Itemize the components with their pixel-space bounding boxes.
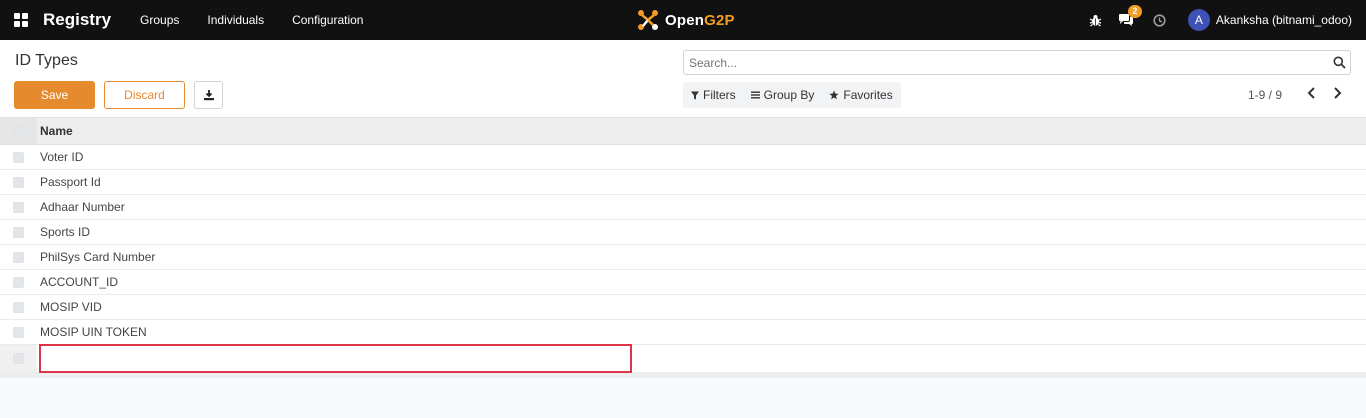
menu-configuration[interactable]: Configuration [292, 13, 363, 27]
row-select-cell[interactable] [0, 320, 37, 344]
table-row[interactable]: Voter ID [0, 145, 1366, 170]
control-panel: ID Types Save Discard Filters Group By F… [0, 40, 1366, 118]
row-checkbox[interactable] [13, 326, 24, 338]
debug-bug-icon[interactable] [1089, 14, 1102, 27]
row-checkbox[interactable] [13, 353, 24, 364]
id-types-list: Name Voter ID Passport Id Adhaar Number … [0, 118, 1366, 378]
chevron-right-icon [1334, 87, 1342, 99]
search-options-bar: Filters Group By Favorites [683, 82, 901, 108]
save-button[interactable]: Save [14, 81, 95, 109]
row-name[interactable]: Adhaar Number [37, 200, 125, 214]
row-checkbox[interactable] [13, 151, 24, 163]
user-menu-name[interactable]: Akanksha (bitnami_odoo) [1216, 13, 1352, 27]
logo-text-main: Open [665, 11, 705, 29]
row-name[interactable]: Passport Id [37, 175, 101, 189]
table-row[interactable]: PhilSys Card Number [0, 245, 1366, 270]
logo-text: OpenG2P [665, 12, 735, 29]
groupby-label: Group By [763, 88, 815, 102]
top-navbar: Registry Groups Individuals Configuratio… [0, 0, 1366, 40]
table-row[interactable]: Sports ID [0, 220, 1366, 245]
row-select-cell[interactable] [0, 295, 37, 319]
app-brand[interactable]: Registry [43, 10, 111, 30]
filter-funnel-icon [691, 91, 699, 99]
row-select-cell[interactable] [0, 170, 37, 194]
row-checkbox[interactable] [13, 226, 24, 238]
row-select-cell[interactable] [0, 270, 37, 294]
row-checkbox[interactable] [13, 301, 24, 313]
row-name[interactable]: Sports ID [37, 225, 90, 239]
logo-text-accent: G2P [704, 11, 735, 29]
row-checkbox[interactable] [13, 201, 24, 213]
opeg2p-logo: OpenG2P [636, 8, 735, 32]
pager-previous-button[interactable] [1306, 86, 1318, 103]
column-header-name[interactable]: Name [37, 124, 73, 138]
row-checkbox[interactable] [13, 176, 24, 188]
row-checkbox[interactable] [13, 251, 24, 263]
apps-menu-icon[interactable] [14, 13, 28, 27]
search-icon[interactable] [1333, 56, 1346, 69]
table-row[interactable]: MOSIP UIN TOKEN [0, 320, 1366, 345]
table-row[interactable]: Passport Id [0, 170, 1366, 195]
download-icon [203, 90, 214, 101]
row-name[interactable]: MOSIP UIN TOKEN [37, 325, 147, 339]
select-all-checkbox[interactable] [13, 125, 24, 137]
row-name[interactable]: MOSIP VID [37, 300, 102, 314]
star-icon [829, 90, 839, 100]
groupby-toggle[interactable]: Group By [750, 88, 815, 102]
pager-value[interactable]: 1-9 / 9 [1248, 88, 1282, 102]
row-name[interactable]: PhilSys Card Number [37, 250, 155, 264]
menu-individuals[interactable]: Individuals [207, 13, 264, 27]
new-record-row[interactable] [0, 344, 1366, 373]
favorites-label: Favorites [843, 88, 893, 102]
user-avatar[interactable]: A [1187, 9, 1210, 31]
table-row[interactable]: Adhaar Number [0, 195, 1366, 220]
export-download-button[interactable] [194, 81, 223, 109]
table-row[interactable]: ACCOUNT_ID [0, 270, 1366, 295]
row-checkbox[interactable] [13, 276, 24, 288]
messaging-chat-icon[interactable]: 2 [1118, 5, 1142, 27]
row-select-cell[interactable] [0, 345, 37, 372]
filters-label: Filters [703, 88, 736, 102]
new-name-input[interactable] [39, 344, 632, 373]
select-all-cell[interactable] [0, 118, 37, 144]
row-name[interactable]: Voter ID [37, 150, 83, 164]
filters-toggle[interactable]: Filters [691, 88, 736, 102]
table-row[interactable]: MOSIP VID [0, 295, 1366, 320]
chat-count-badge: 2 [1127, 5, 1142, 18]
chevron-left-icon [1307, 87, 1315, 99]
row-select-cell[interactable] [0, 220, 37, 244]
table-footer [0, 373, 1366, 378]
discard-button[interactable]: Discard [104, 81, 185, 109]
row-select-cell[interactable] [0, 145, 37, 169]
search-bar [683, 50, 1351, 75]
row-select-cell[interactable] [0, 195, 37, 219]
openg2p-logo-icon [638, 10, 658, 30]
search-input[interactable] [689, 55, 1333, 70]
menu-groups[interactable]: Groups [140, 13, 179, 27]
navbar-right: 2 A Akanksha (bitnami_odoo) [1089, 0, 1366, 40]
group-bars-icon [750, 91, 760, 99]
row-name[interactable]: ACCOUNT_ID [37, 275, 118, 289]
row-select-cell[interactable] [0, 245, 37, 269]
page-title: ID Types [15, 52, 78, 69]
pager-next-button[interactable] [1331, 86, 1343, 103]
activity-clock-icon[interactable] [1153, 13, 1166, 27]
table-header: Name [0, 118, 1366, 145]
favorites-toggle[interactable]: Favorites [829, 88, 893, 102]
